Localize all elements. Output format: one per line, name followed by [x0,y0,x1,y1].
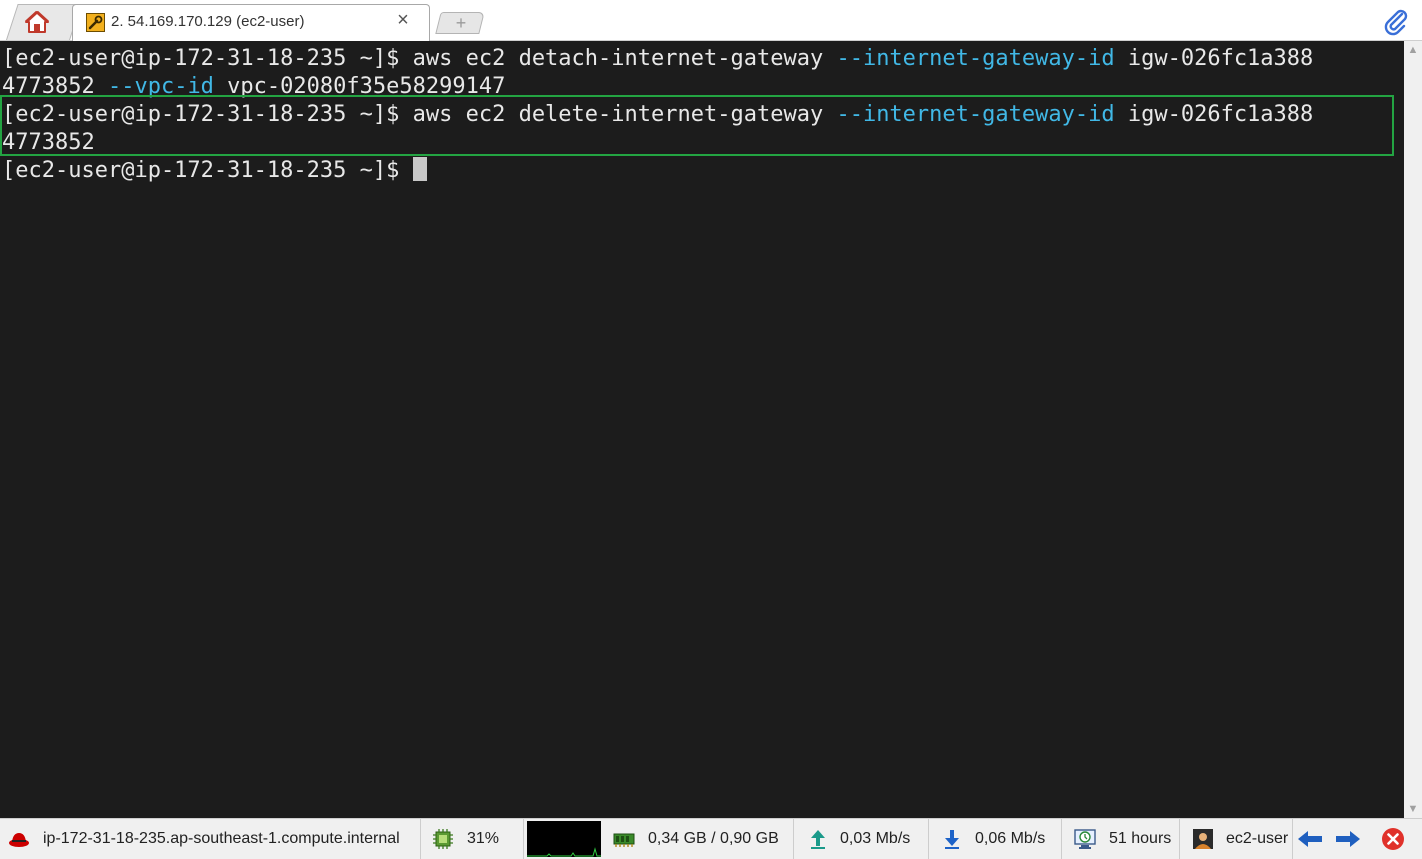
vertical-scrollbar[interactable]: ▲ ▼ [1404,41,1422,818]
home-icon[interactable] [24,10,50,34]
command-text: aws ec2 detach-internet-gateway [412,46,837,71]
upload-text: 0,03 Mb/s [840,830,911,847]
session-tab-title: 2. 54.169.170.129 (ec2-user) [111,13,305,30]
redhat-icon [9,833,29,847]
session-icon [86,13,105,32]
download-text: 0,06 Mb/s [975,830,1046,847]
prompt-text: [ec2-user@ip-172-31-18-235 ~]$ [2,46,413,71]
cpu-text: 31% [467,830,500,847]
close-session-icon[interactable] [1381,827,1405,851]
uptime-text: 51 hours [1109,830,1172,847]
scroll-down-icon[interactable]: ▼ [1404,800,1422,818]
upload-arrow-icon [811,830,825,849]
status-upload[interactable]: 0,03 Mb/s [794,819,929,859]
highlight-box [0,95,1394,156]
uptime-monitor-icon [1074,829,1096,849]
status-download[interactable]: 0,06 Mb/s [929,819,1062,859]
status-bar: ip-172-31-18-235.ap-southeast-1.compute.… [0,818,1422,859]
close-tab-icon[interactable]: × [394,10,412,30]
arrow-right-icon[interactable] [1334,827,1362,851]
hostname-text: ip-172-31-18-235.ap-southeast-1.compute.… [43,830,400,847]
terminal-line: [ec2-user@ip-172-31-18-235 ~]$ [2,157,427,185]
mobaxterm-window: 2. 54.169.170.129 (ec2-user) × + [ec2-us… [0,0,1422,859]
paperclip-icon[interactable] [1382,8,1410,36]
user-text: ec2-user [1226,830,1289,847]
memory-icon [613,833,635,847]
memory-text: 0,34 GB / 0,90 GB [648,830,779,847]
status-cpu[interactable]: 31% [421,819,524,859]
terminal-line: [ec2-user@ip-172-31-18-235 ~]$ aws ec2 d… [2,45,1313,73]
cpu-graph [527,821,601,857]
user-icon [1193,829,1213,849]
plus-icon: + [455,13,467,33]
status-memory[interactable]: 0,34 GB / 0,90 GB [603,819,794,859]
prompt-text: [ec2-user@ip-172-31-18-235 ~]$ [2,158,413,183]
text-cursor [412,157,427,181]
terminal-output[interactable]: [ec2-user@ip-172-31-18-235 ~]$ aws ec2 d… [0,41,1404,818]
tab-bar: 2. 54.169.170.129 (ec2-user) × + [0,0,1422,41]
status-hostname[interactable]: ip-172-31-18-235.ap-southeast-1.compute.… [0,819,421,859]
status-uptime[interactable]: 51 hours [1062,819,1180,859]
argument-value: igw-026fc1a388 [1114,46,1314,71]
cpu-icon [433,829,453,849]
arrow-left-icon[interactable] [1296,827,1324,851]
status-user[interactable]: ec2-user [1180,819,1293,859]
scroll-up-icon[interactable]: ▲ [1404,41,1422,59]
download-arrow-icon [945,830,959,849]
argument-flag: --internet-gateway-id [836,46,1115,71]
